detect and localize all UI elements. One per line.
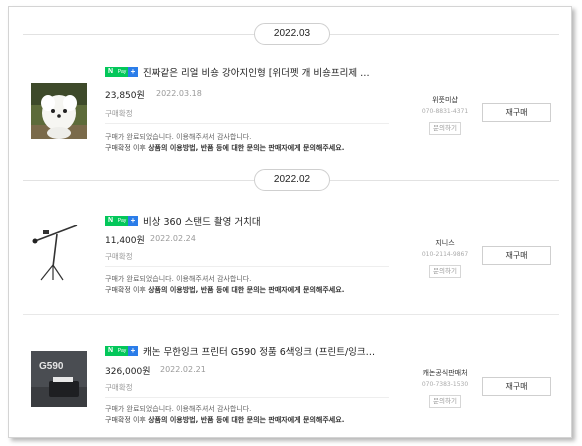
printer-product-image: G590 [31, 351, 87, 407]
product-thumbnail[interactable]: G590 [31, 351, 87, 407]
bichon-plush-dog-image [31, 83, 87, 139]
date-group-label: 2022.02 [254, 169, 330, 191]
npay-badge: N Pay + [105, 216, 138, 226]
npay-plus-label: + [128, 346, 138, 356]
order-notice-prefix: 구매확정 이후 [105, 144, 149, 152]
order-status: 구매확정 [105, 252, 133, 261]
order-message: 구매가 완료되었습니다. 이용해주셔서 감사합니다. [105, 405, 252, 413]
order-notice-body: 상품의 이용방법, 반품 등에 대한 문의는 판매자에게 문의해주세요. [148, 286, 345, 294]
order-divider [23, 314, 559, 315]
npay-badge: N Pay + [105, 67, 138, 77]
order-notice-prefix: 구매확정 이후 [105, 416, 149, 424]
rebuy-button[interactable]: 재구매 [482, 377, 551, 396]
camera-tripod-stand-image [31, 225, 87, 281]
order-date: 2022.03.18 [156, 89, 202, 98]
date-separator: 2022.02 [23, 169, 559, 191]
order-date: 2022.02.24 [150, 234, 196, 243]
order-item: G590 N Pay + 캐논 무한잉크 프린터 G590 정품 6색잉크 (프… [23, 323, 559, 437]
date-group-label: 2022.03 [254, 23, 330, 45]
seller-name: 지니스 [435, 239, 455, 247]
seller-name: 캐논공식판매처 [422, 369, 468, 377]
rebuy-button[interactable]: 재구매 [482, 246, 551, 265]
rebuy-button[interactable]: 재구매 [482, 103, 551, 122]
order-item: N Pay + 비상 360 스탠드 촬영 거치대 11,400원 2022.0… [23, 191, 559, 311]
npay-n-label: N [105, 216, 116, 226]
npay-plus-label: + [128, 216, 138, 226]
seller-info: 위풋미샵 070-8831-4371 문의하기 [399, 95, 491, 135]
order-notice-body: 상품의 이용방법, 반품 등에 대한 문의는 판매자에게 문의해주세요. [148, 144, 345, 152]
order-notice-prefix: 구매확정 이후 [105, 286, 149, 294]
product-title-link[interactable]: 캐논 무한잉크 프린터 G590 정품 6색잉크 (프린트/잉크… [143, 344, 393, 358]
product-thumbnail[interactable] [31, 83, 87, 139]
order-price: 326,000원 [105, 367, 151, 377]
seller-name: 위풋미샵 [432, 96, 458, 104]
npay-pay-label: Pay [116, 67, 128, 77]
order-status: 구매확정 [105, 383, 133, 392]
order-item: N Pay + 진짜같은 리얼 비숑 강아지인형 [위더펫 개 비숑프리제 … … [23, 47, 559, 167]
npay-pay-label: Pay [116, 216, 128, 226]
message-divider [105, 266, 389, 267]
contact-seller-button[interactable]: 문의하기 [429, 265, 461, 278]
contact-seller-button[interactable]: 문의하기 [429, 395, 461, 408]
order-status: 구매확정 [105, 109, 133, 118]
date-separator: 2022.03 [23, 23, 559, 45]
seller-phone: 070-7383-1530 [421, 381, 469, 388]
order-price: 11,400원 [105, 236, 145, 246]
order-history-window: 2022.03 N Pay + 진짜같은 리얼 비숑 강아지인형 [위더펫 개 … [8, 6, 572, 438]
message-divider [105, 123, 389, 124]
order-notice-body: 상품의 이용방법, 반품 등에 대한 문의는 판매자에게 문의해주세요. [148, 416, 345, 424]
order-notice: 구매확정 이후 상품의 이용방법, 반품 등에 대한 문의는 판매자에게 문의해… [105, 143, 344, 153]
order-message: 구매가 완료되었습니다. 이용해주셔서 감사합니다. [105, 275, 252, 283]
product-thumbnail[interactable] [31, 225, 87, 281]
npay-n-label: N [105, 67, 116, 77]
order-history-list: 2022.03 N Pay + 진짜같은 리얼 비숑 강아지인형 [위더펫 개 … [23, 7, 559, 437]
printer-model-text: G590 [39, 361, 64, 372]
order-notice: 구매확정 이후 상품의 이용방법, 반품 등에 대한 문의는 판매자에게 문의해… [105, 415, 344, 425]
contact-seller-button[interactable]: 문의하기 [429, 122, 461, 135]
order-date: 2022.02.21 [160, 365, 206, 374]
seller-phone: 070-8831-4371 [421, 108, 469, 115]
order-price: 23,850원 [105, 91, 145, 101]
npay-n-label: N [105, 346, 116, 356]
seller-info: 지니스 010-2114-9867 문의하기 [399, 238, 491, 278]
npay-plus-label: + [128, 67, 138, 77]
product-title-link[interactable]: 진짜같은 리얼 비숑 강아지인형 [위더펫 개 비숑프리제 … [143, 65, 393, 79]
seller-info: 캐논공식판매처 070-7383-1530 문의하기 [399, 368, 491, 408]
product-title-link[interactable]: 비상 360 스탠드 촬영 거치대 [143, 214, 393, 228]
order-message: 구매가 완료되었습니다. 이용해주셔서 감사합니다. [105, 133, 252, 141]
seller-phone: 010-2114-9867 [421, 251, 469, 258]
npay-pay-label: Pay [116, 346, 128, 356]
order-notice: 구매확정 이후 상품의 이용방법, 반품 등에 대한 문의는 판매자에게 문의해… [105, 285, 344, 295]
npay-badge: N Pay + [105, 346, 138, 356]
message-divider [105, 397, 389, 398]
